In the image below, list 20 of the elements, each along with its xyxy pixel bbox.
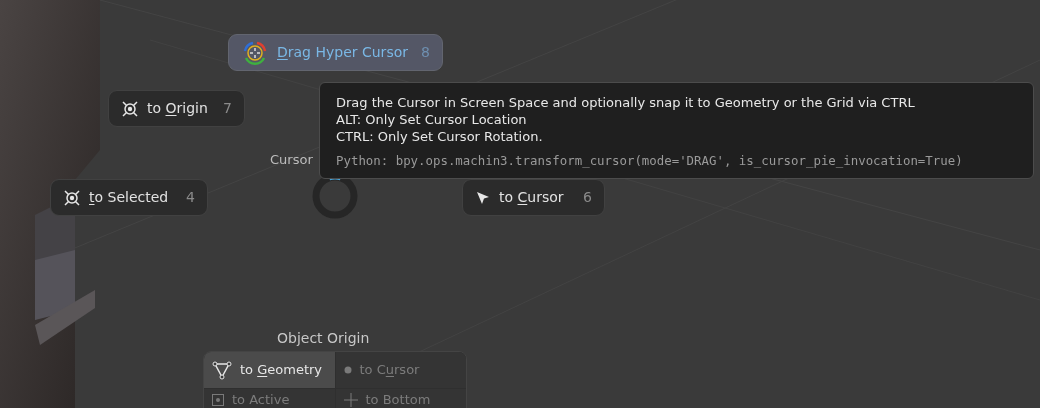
pointer-icon — [475, 189, 491, 206]
hotkey-number: 4 — [186, 188, 195, 207]
vertex-triangle-icon — [212, 360, 232, 380]
hotkey-number: 7 — [223, 99, 232, 118]
snap-target-icon — [63, 188, 81, 207]
crosshair-icon — [343, 392, 358, 407]
pie-center-label: Cursor — [270, 151, 313, 169]
tooltip-text: CTRL: Only Set Cursor Rotation. — [336, 128, 544, 145]
tooltip-text: ALT: Only Set Cursor Location — [336, 111, 528, 128]
hotkey-number: 8 — [421, 43, 430, 62]
pie-menu-item[interactable]: to Cursor 6 — [462, 179, 605, 216]
pie-menu-item[interactable]: to Origin 7 — [108, 90, 245, 127]
section-title: Object Origin — [277, 329, 370, 348]
dot-icon — [343, 366, 352, 374]
snap-target-icon — [121, 99, 139, 118]
origin-option[interactable]: to Geometry — [204, 352, 335, 388]
pie-menu-item[interactable]: to Selected 4 — [50, 179, 208, 216]
tooltip-text: Drag the Cursor in Screen Space and optionally snap it to Geometry or the Grid via CTRL — [336, 94, 916, 111]
python-path: Python: bpy.ops.machin3.transform_cursor(mode='DRAG', is_cursor_pie_invocation=True) — [336, 152, 964, 169]
hotkey-number: 6 — [583, 188, 592, 207]
